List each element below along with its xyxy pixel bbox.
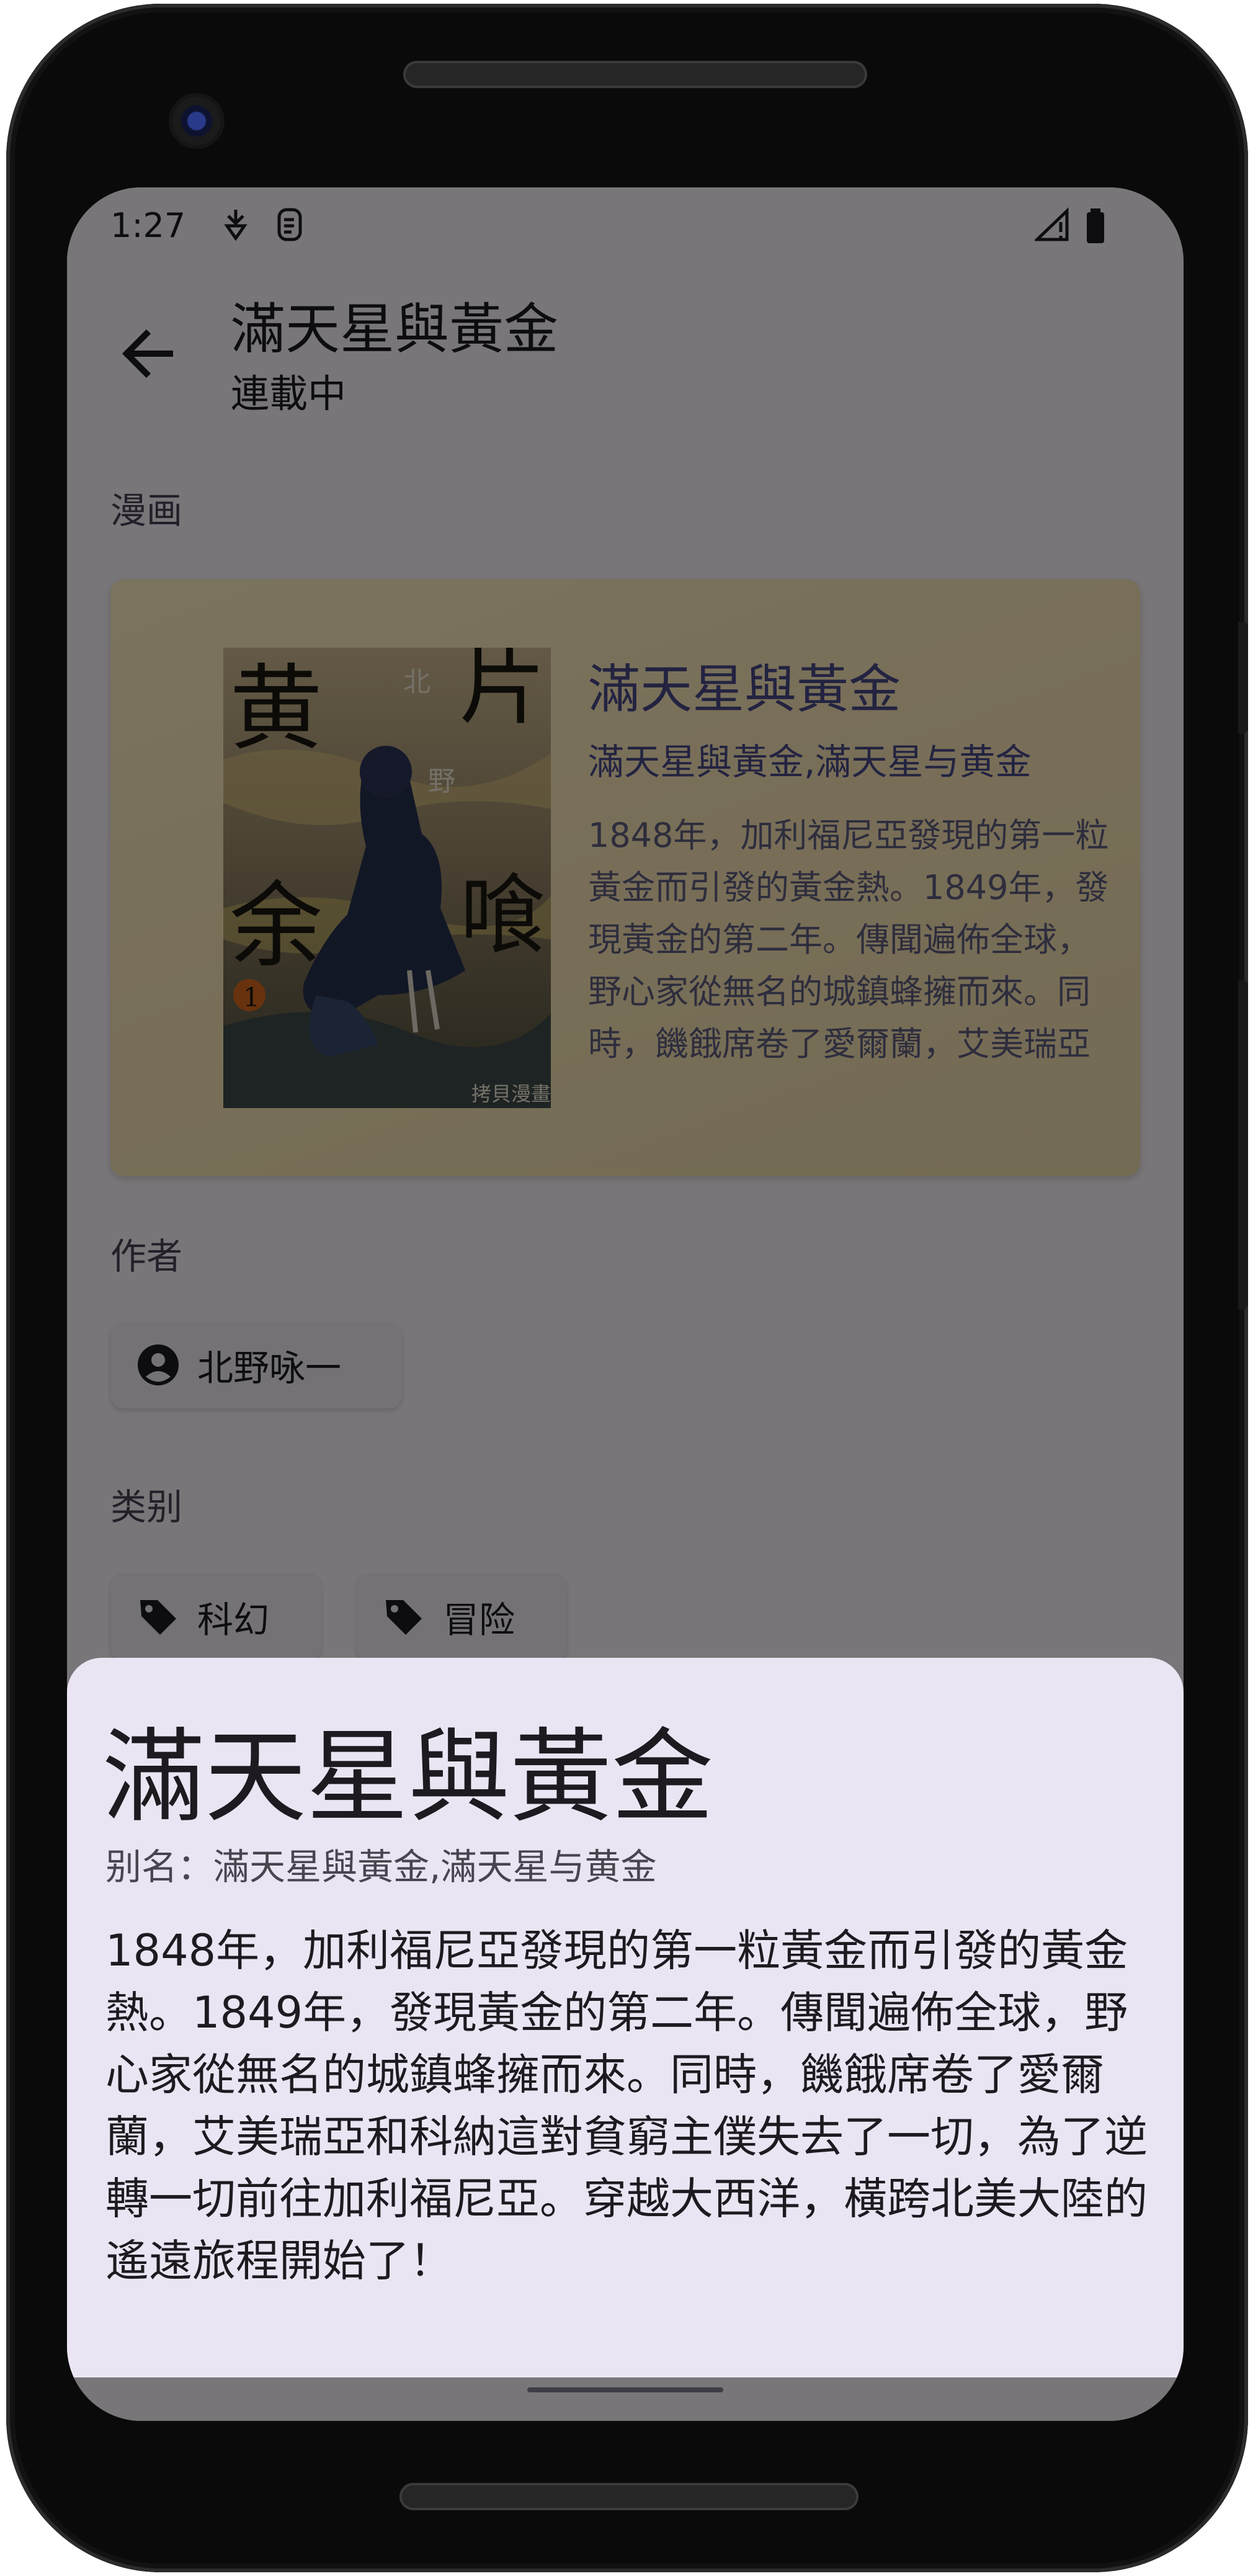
category-chip-adventure[interactable]: 冒险	[356, 1573, 567, 1660]
sheet-alias-row: 别名：滿天星與黃金,滿天星与黄金	[105, 1838, 656, 1890]
cover-author-char-2: 野	[428, 766, 455, 797]
volume-button	[1238, 980, 1248, 1309]
category-label: 冒险	[443, 1599, 515, 1641]
comic-section-label: 漫画	[110, 490, 183, 532]
detail-bottom-sheet: 滿天星與黃金 别名：滿天星與黃金,滿天星与黄金 1848年，加利福尼亞發現的第一…	[67, 1658, 1184, 2377]
cover-char-3: 余	[230, 872, 323, 980]
account-circle-icon	[136, 1343, 180, 1387]
sheet-description: 1848年，加利福尼亞發現的第一粒黃金而引發的黃金熱。1849年，發現黃金的第二…	[105, 1925, 1148, 2286]
cover-char-1: 黄	[230, 655, 323, 763]
bottom-speaker	[399, 2483, 859, 2510]
author-name: 北野咏一	[197, 1347, 342, 1389]
category-chip-scifi[interactable]: 科幻	[110, 1573, 321, 1660]
nfc-icon	[222, 207, 249, 249]
category-label: 科幻	[197, 1599, 270, 1641]
cover-author-char-1: 北	[403, 666, 430, 698]
cover-char-2: 片	[459, 648, 546, 737]
card-title: 滿天星與黃金	[588, 659, 901, 720]
alias-label: 别名：	[105, 1846, 214, 1888]
cover-publisher: 拷貝漫畫	[471, 1083, 551, 1105]
battery-icon	[1084, 207, 1107, 251]
signal-icon	[1033, 207, 1072, 249]
comic-cover-image: 黄 片 余 喰 北 野 1 拷貝漫畫	[223, 648, 551, 1108]
alias-value: 滿天星與黃金,滿天星与黄金	[213, 1846, 657, 1888]
status-time: 1:27	[110, 206, 186, 245]
sheet-title: 滿天星與黃金	[103, 1718, 714, 1836]
tag-icon	[382, 1595, 426, 1639]
storage-icon	[275, 207, 304, 249]
cover-char-4: 喰	[459, 865, 546, 967]
status-bar: 1:27	[67, 187, 1184, 262]
screen: 1:27 滿天星與黃金 連載中 漫画 黄 片 余 喰 北 野 1 拷貝漫畫 滿天…	[67, 187, 1184, 2421]
card-description: 1848年，加利福尼亞發現的第一粒黃金而引發的黃金熱。1849年，發現黃金的第二…	[588, 816, 1109, 1063]
category-section-label: 类别	[110, 1486, 183, 1528]
comic-card[interactable]: 黄 片 余 喰 北 野 1 拷貝漫畫 滿天星與黃金 滿天星與黃金,滿天星与黄金 …	[110, 579, 1140, 1176]
card-text: 滿天星與黃金 滿天星與黃金,滿天星与黄金 1848年，加利福尼亞發現的第一粒黃金…	[588, 648, 1122, 1070]
tag-icon	[136, 1595, 180, 1639]
home-indicator[interactable]	[527, 2387, 723, 2392]
front-camera	[172, 97, 221, 145]
top-speaker	[403, 61, 867, 88]
power-button	[1238, 622, 1248, 733]
author-chip[interactable]: 北野咏一	[110, 1322, 402, 1408]
arrow-back-icon	[117, 323, 179, 387]
cover-volume: 1	[243, 982, 260, 1013]
author-section-label: 作者	[110, 1235, 183, 1277]
page-title: 滿天星與黃金	[231, 297, 559, 361]
page-subtitle: 連載中	[231, 371, 347, 416]
card-alias: 滿天星與黃金,滿天星与黄金	[588, 741, 1032, 783]
back-button[interactable]	[104, 311, 191, 398]
